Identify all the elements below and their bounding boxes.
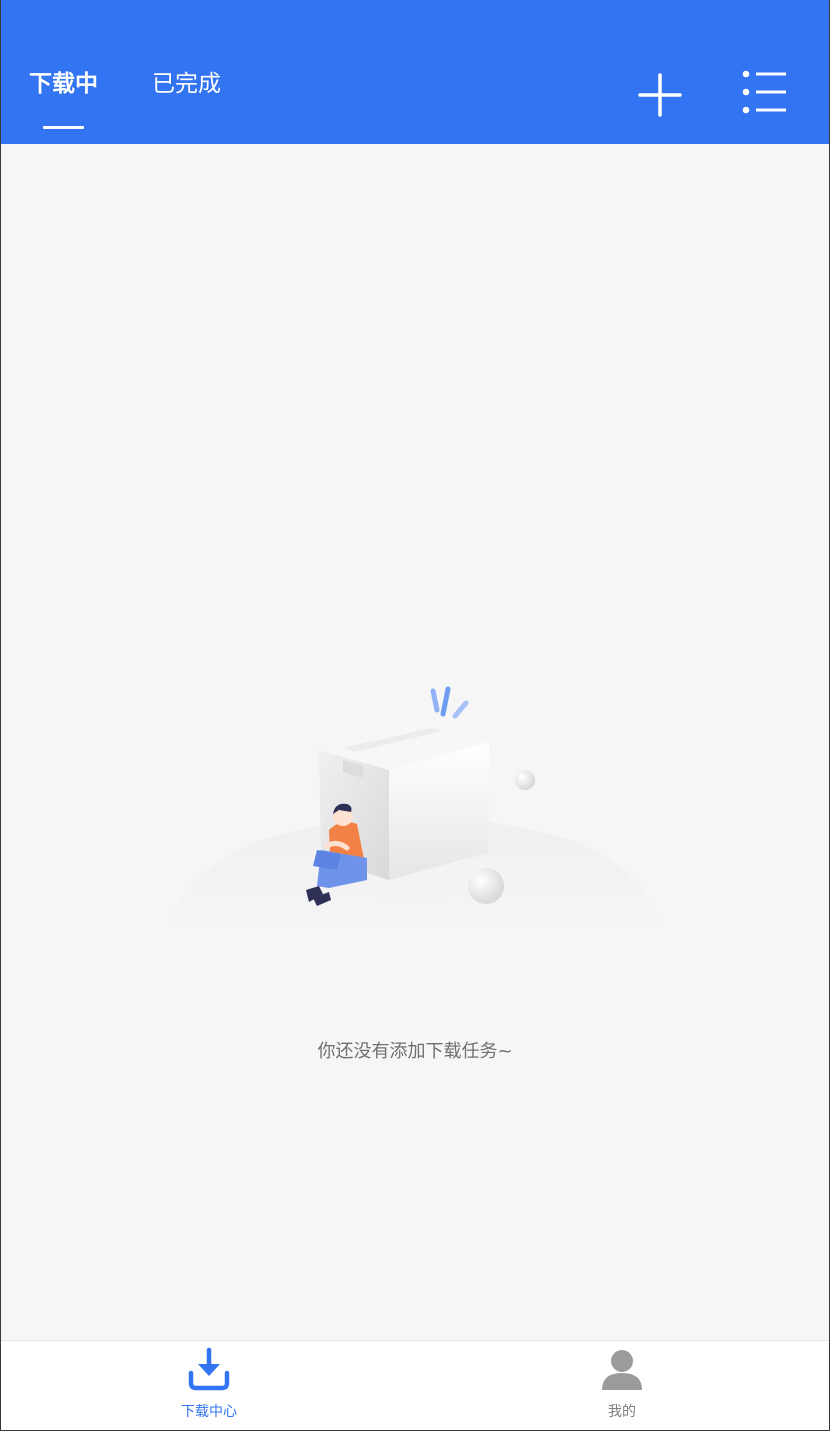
top-bar: 下载中 已完成: [1, 0, 829, 144]
download-icon: [188, 1347, 230, 1391]
app-window: 下载中 已完成 你还没有添加下载任务~ 下载中心 我的: [0, 0, 830, 1431]
bottom-navigation: 下载中心 我的: [1, 1340, 829, 1430]
tab-completed[interactable]: 已完成: [152, 68, 221, 100]
empty-box-illustration: [165, 686, 666, 938]
nav-mine[interactable]: 我的: [522, 1341, 722, 1430]
nav-mine-label: 我的: [608, 1404, 636, 1420]
nav-download-center-label: 下载中心: [181, 1404, 237, 1420]
empty-state-message: 你还没有添加下载任务~: [317, 1041, 513, 1062]
list-menu-icon[interactable]: [740, 68, 788, 116]
user-icon: [602, 1350, 642, 1390]
tab-downloading[interactable]: 下载中: [29, 68, 98, 100]
plus-icon[interactable]: [637, 72, 683, 118]
active-tab-indicator: [43, 126, 84, 129]
nav-download-center[interactable]: 下载中心: [109, 1341, 309, 1430]
